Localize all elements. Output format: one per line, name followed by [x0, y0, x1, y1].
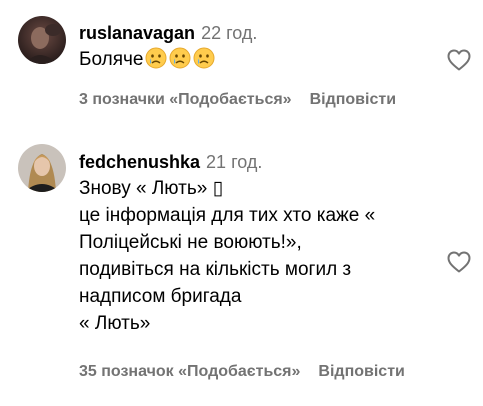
likes-count[interactable]: 35 позначок «Подобається» — [79, 363, 300, 380]
likes-count[interactable]: 3 позначки «Подобається» — [79, 91, 292, 108]
comment-text-content: Боляче — [79, 49, 144, 70]
comment-header: fedchenushka 21 год. — [79, 151, 262, 173]
crying-emoji-icon — [193, 47, 215, 69]
crying-emoji-icon — [169, 47, 191, 69]
avatar[interactable] — [18, 16, 66, 64]
timestamp[interactable]: 22 год. — [201, 23, 257, 43]
comment-header: ruslanavagan 22 год. — [79, 22, 257, 44]
comment-text: Знову « Лють» ▯ це інформація для тих хт… — [79, 178, 376, 334]
reply-button[interactable]: Відповісти — [310, 91, 396, 108]
comment-actions: 35 позначок «Подобається» Відповісти — [79, 362, 405, 382]
reply-button[interactable]: Відповісти — [318, 363, 404, 380]
username[interactable]: ruslanavagan — [79, 23, 195, 43]
heart-icon[interactable] — [446, 250, 472, 274]
crying-emoji-icon — [145, 47, 167, 69]
comment-text: Боляче — [79, 46, 439, 73]
comment-item: fedchenushka 21 год. Знову « Лють» ▯ це і… — [0, 130, 483, 406]
comment-item: ruslanavagan 22 год. Боляче 3 позначки «П… — [0, 0, 483, 130]
avatar[interactable] — [18, 144, 66, 192]
username[interactable]: fedchenushka — [79, 152, 200, 172]
timestamp[interactable]: 21 год. — [206, 152, 262, 172]
comment-actions: 3 позначки «Подобається» Відповісти — [79, 90, 396, 110]
heart-icon[interactable] — [446, 48, 472, 72]
